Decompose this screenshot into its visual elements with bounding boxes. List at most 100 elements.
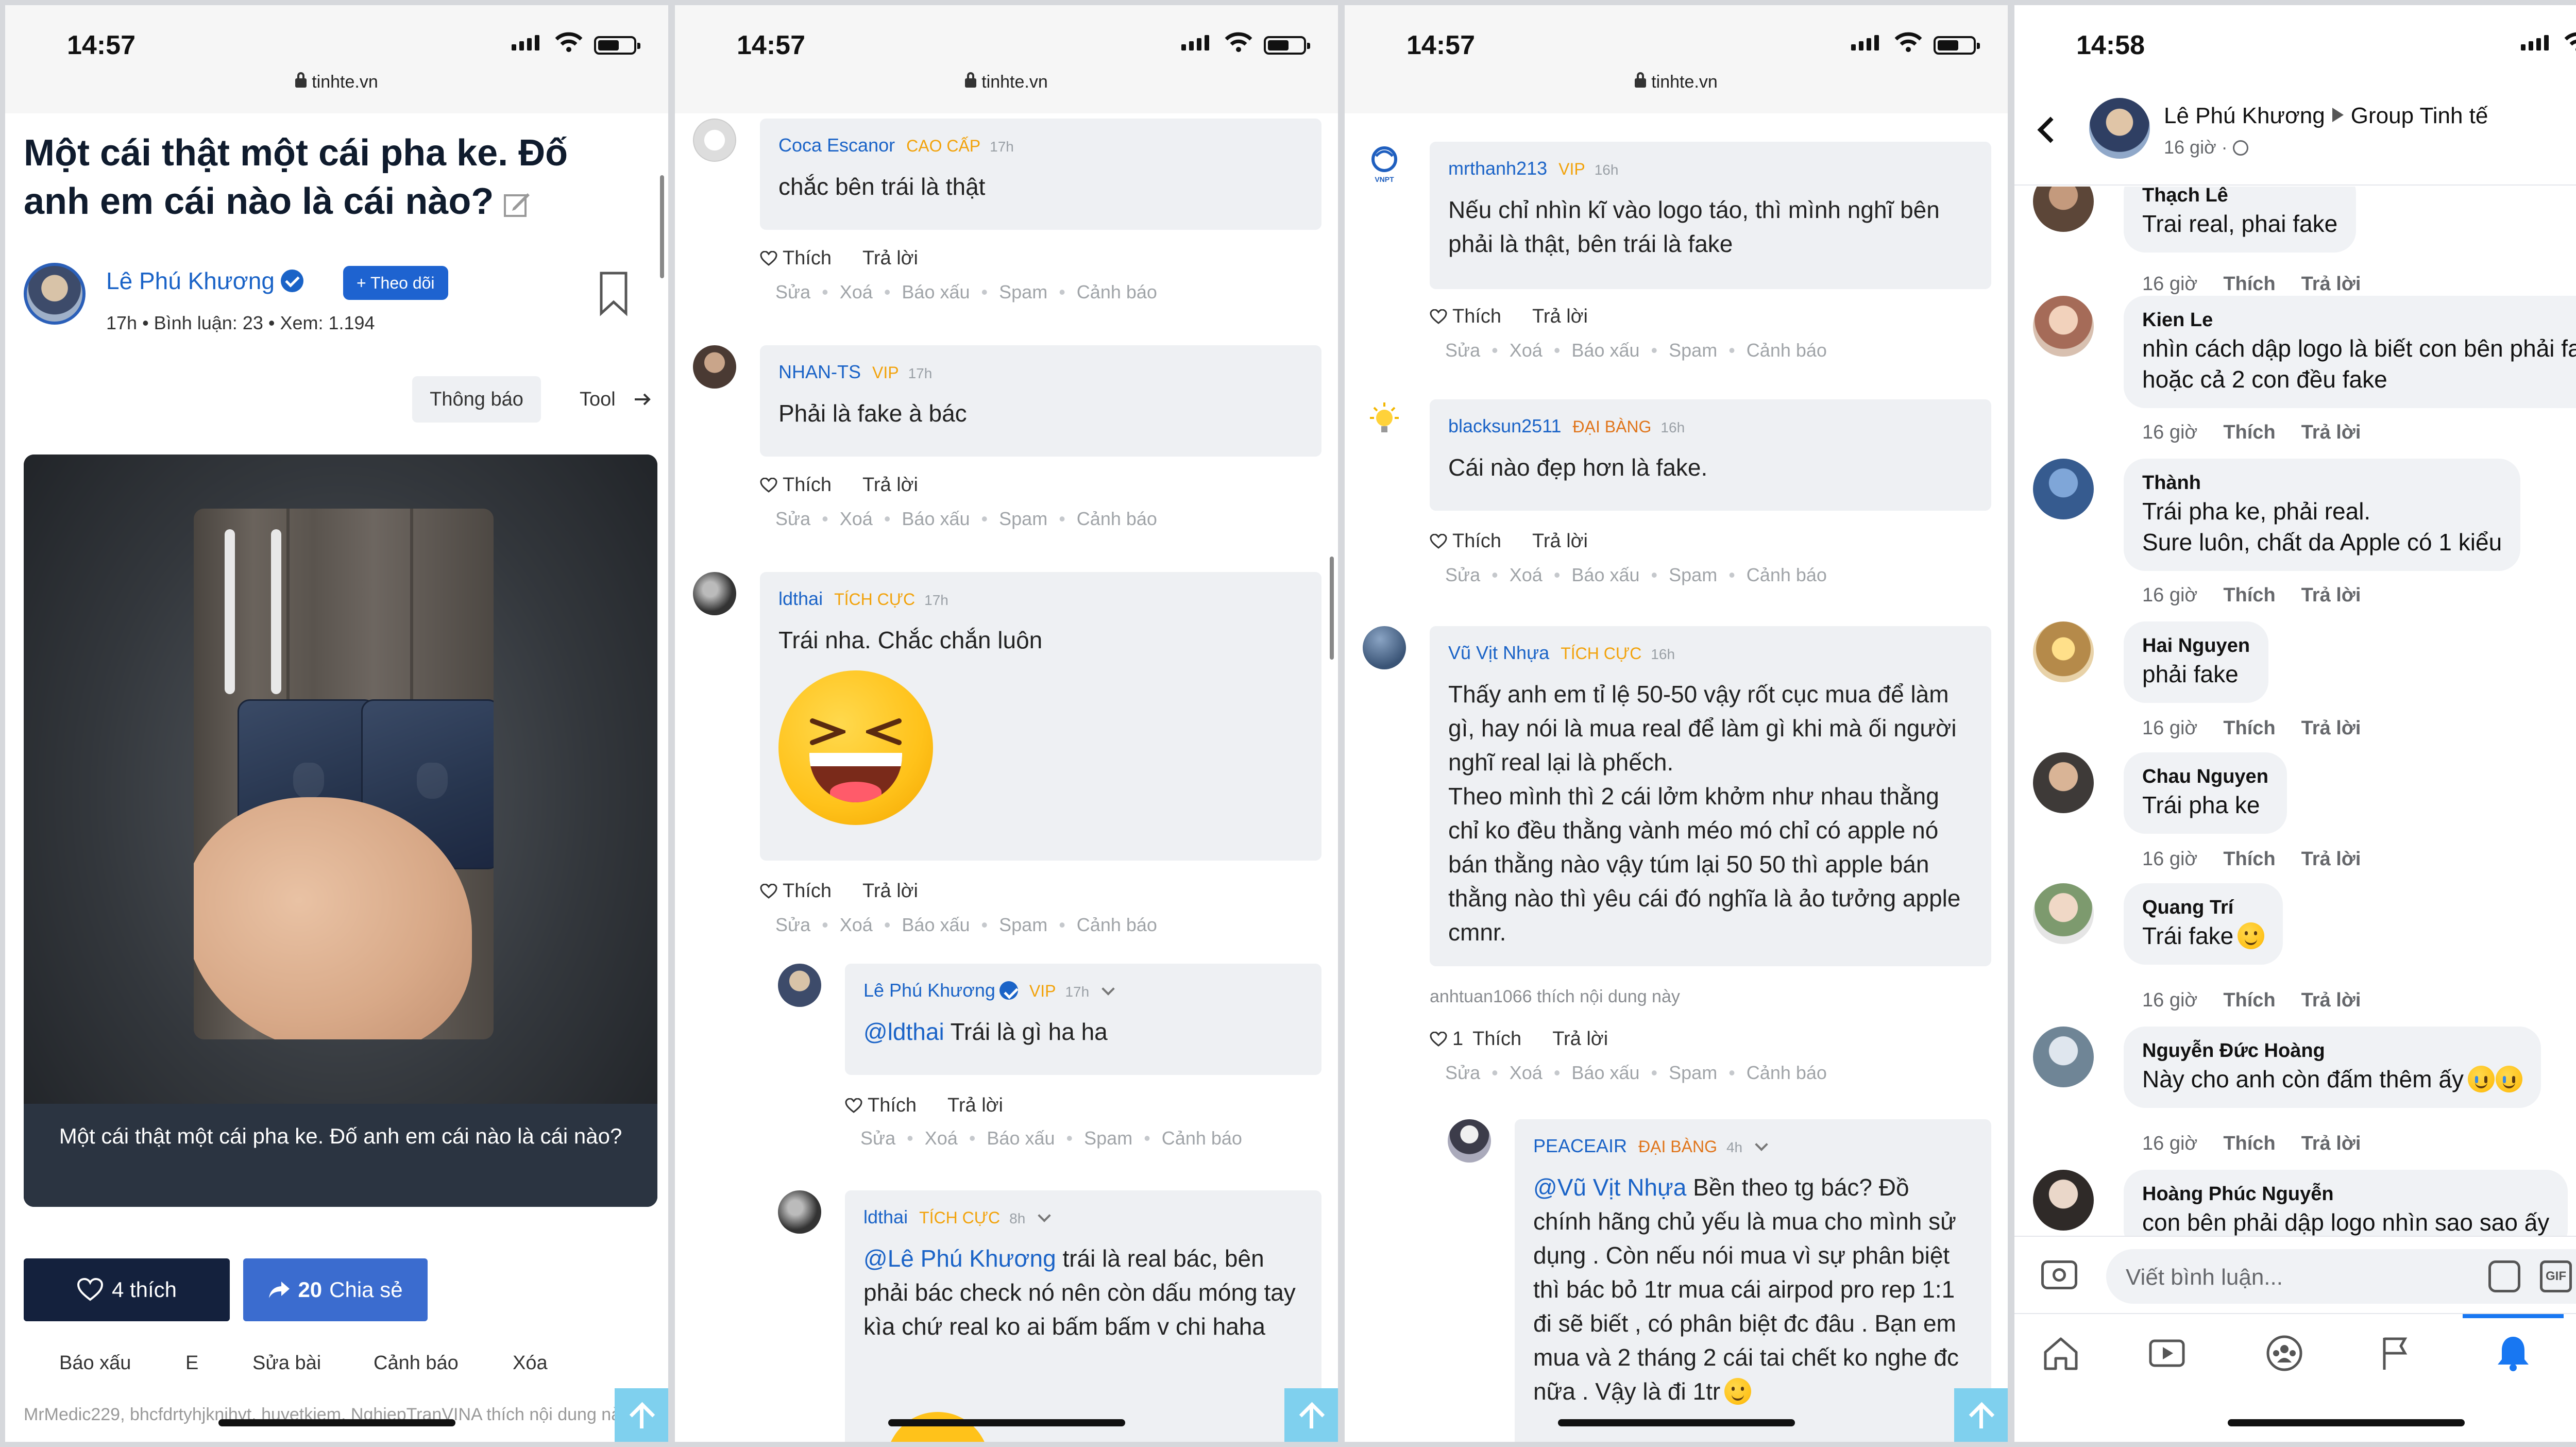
avatar[interactable]	[2033, 296, 2094, 357]
avatar[interactable]	[778, 1190, 821, 1234]
delete-link[interactable]: Xoá	[840, 281, 873, 302]
comment-username[interactable]: ldthai	[863, 1206, 908, 1227]
tool-button[interactable]: Tool	[580, 376, 616, 423]
follow-button[interactable]: + Theo dõi	[343, 266, 448, 300]
delete-link[interactable]: Xóa	[513, 1352, 548, 1374]
reply-link[interactable]: Trả lời	[862, 247, 918, 269]
spam-link[interactable]: Spam	[1669, 564, 1717, 585]
report-link[interactable]: Báo xấu	[59, 1352, 131, 1374]
avatar[interactable]	[2089, 98, 2150, 159]
spam-link[interactable]: Spam	[1669, 340, 1717, 361]
avatar[interactable]	[2033, 752, 2094, 813]
delete-link[interactable]: Xoá	[1510, 564, 1543, 585]
reply-link[interactable]: Trả lời	[2301, 422, 2361, 443]
spam-link[interactable]: Spam	[999, 508, 1047, 529]
reply-link[interactable]: Trả lời	[2301, 273, 2361, 295]
sticker-icon[interactable]	[2488, 1260, 2520, 1292]
scroll-top-button[interactable]	[1954, 1388, 2008, 1442]
comment-username[interactable]: ldthai	[778, 588, 823, 609]
camera-icon[interactable]	[2041, 1260, 2077, 1289]
commenter-name[interactable]: Hai Nguyen	[2142, 633, 2250, 659]
avatar[interactable]	[778, 964, 821, 1007]
comment-username[interactable]: Vũ Vịt Nhựa	[1448, 642, 1549, 663]
url-bar[interactable]: tinhte.vn	[1345, 72, 2008, 92]
commenter-name[interactable]: Thành	[2142, 470, 2502, 496]
scroll-top-button[interactable]	[1284, 1388, 1338, 1442]
mention-link[interactable]: @ldthai	[863, 1018, 944, 1045]
warn-link[interactable]: Cảnh báo	[1077, 508, 1157, 529]
reply-link[interactable]: Trả lời	[862, 474, 918, 496]
edit-link[interactable]: Sửa	[775, 508, 810, 529]
spam-link[interactable]: Spam	[1669, 1062, 1717, 1083]
like-link[interactable]: Thích	[2223, 848, 2275, 870]
reply-link[interactable]: Trả lời	[862, 880, 918, 902]
report-link[interactable]: Báo xấu	[1571, 340, 1639, 361]
avatar[interactable]	[693, 119, 736, 162]
e-link[interactable]: E	[185, 1352, 198, 1374]
commenter-name[interactable]: Quang Trí	[2142, 895, 2264, 920]
like-link[interactable]: Thích	[868, 1095, 917, 1116]
like-link[interactable]: Thích	[2223, 422, 2275, 443]
comment-username[interactable]: Lê Phú Khương	[863, 980, 995, 1001]
lightbulb-icon[interactable]	[1363, 399, 1406, 443]
author-name[interactable]: Lê Phú Khương	[2164, 103, 2325, 128]
gif-icon[interactable]: GIF	[2540, 1260, 2572, 1292]
scroll-top-button[interactable]	[615, 1388, 668, 1442]
chevron-down-icon[interactable]	[1755, 1138, 1768, 1151]
edit-link[interactable]: Sửa	[1445, 340, 1480, 361]
url-bar[interactable]: tinhte.vn	[5, 72, 668, 92]
back-arrow-icon[interactable]	[2037, 116, 2064, 143]
like-link[interactable]: Thích	[2223, 989, 2275, 1011]
like-link[interactable]: Thích	[1452, 306, 1501, 327]
comment-username[interactable]: blacksun2511	[1448, 415, 1562, 436]
comment-username[interactable]: NHAN-TS	[778, 361, 861, 382]
avatar[interactable]	[2033, 621, 2094, 682]
like-link[interactable]: Thích	[783, 247, 832, 269]
avatar[interactable]	[2033, 187, 2094, 232]
mention-link[interactable]: @Lê Phú Khương	[863, 1245, 1056, 1272]
warn-link[interactable]: Cảnh báo	[1747, 340, 1827, 361]
edit-post-link[interactable]: Sửa bài	[252, 1352, 321, 1374]
groups-icon[interactable]	[2264, 1333, 2305, 1374]
edit-link[interactable]: Sửa	[775, 914, 810, 935]
home-icon[interactable]	[2040, 1333, 2081, 1374]
chevron-down-icon[interactable]	[1101, 982, 1115, 996]
notifications-bell-icon[interactable]	[2493, 1333, 2534, 1374]
report-link[interactable]: Báo xấu	[1571, 1062, 1639, 1083]
mention-link[interactable]: @Vũ Vịt Nhựa	[1533, 1174, 1686, 1201]
warn-link[interactable]: Cảnh báo	[1162, 1128, 1242, 1149]
scrollbar[interactable]	[1330, 557, 1334, 660]
avatar[interactable]	[2033, 459, 2094, 519]
edit-link[interactable]: Sửa	[1445, 564, 1480, 585]
liked-content[interactable]: anhtuan1066 thích nội dung này	[1430, 987, 1680, 1007]
like-link[interactable]: Thích	[2223, 1133, 2275, 1154]
delete-link[interactable]: Xoá	[840, 914, 873, 935]
avatar[interactable]	[1363, 626, 1406, 669]
like-link[interactable]: Thích	[2223, 584, 2275, 606]
delete-link[interactable]: Xoá	[925, 1128, 958, 1149]
comment-input[interactable]: Viết bình luận... GIF	[2106, 1249, 2576, 1304]
comment-username[interactable]: mrthanh213	[1448, 158, 1547, 179]
url-bar[interactable]: tinhte.vn	[675, 72, 1338, 92]
commenter-name[interactable]: Nguyễn Đức Hoàng	[2142, 1038, 2522, 1064]
reply-link[interactable]: Trả lời	[1532, 530, 1588, 552]
reply-link[interactable]: Trả lời	[1552, 1028, 1608, 1050]
avatar[interactable]	[2033, 1170, 2094, 1231]
commenter-name[interactable]: Hoàng Phúc Nguyễn	[2142, 1181, 2549, 1207]
reply-link[interactable]: Trả lời	[2301, 717, 2361, 739]
like-link[interactable]: Thích	[783, 474, 832, 496]
like-button[interactable]: 4 thích	[24, 1258, 230, 1321]
reply-link[interactable]: Trả lời	[2301, 989, 2361, 1011]
like-link[interactable]: Thích	[783, 880, 832, 902]
edit-link[interactable]: Sửa	[775, 281, 810, 302]
reply-link[interactable]: Trả lời	[2301, 848, 2361, 870]
article-photo[interactable]: Một cái thật một cái pha ke. Đố anh em c…	[24, 455, 657, 1207]
share-button[interactable]: 20 Chia sẻ	[243, 1258, 428, 1321]
delete-link[interactable]: Xoá	[1510, 340, 1543, 361]
avatar[interactable]	[693, 572, 736, 615]
bookmark-icon[interactable]	[598, 271, 629, 316]
edit-link[interactable]: Sửa	[860, 1128, 895, 1149]
vnpt-logo-icon[interactable]: VNPT	[1363, 142, 1406, 185]
avatar[interactable]	[2033, 1027, 2094, 1087]
warn-link[interactable]: Cảnh báo	[1077, 914, 1157, 935]
